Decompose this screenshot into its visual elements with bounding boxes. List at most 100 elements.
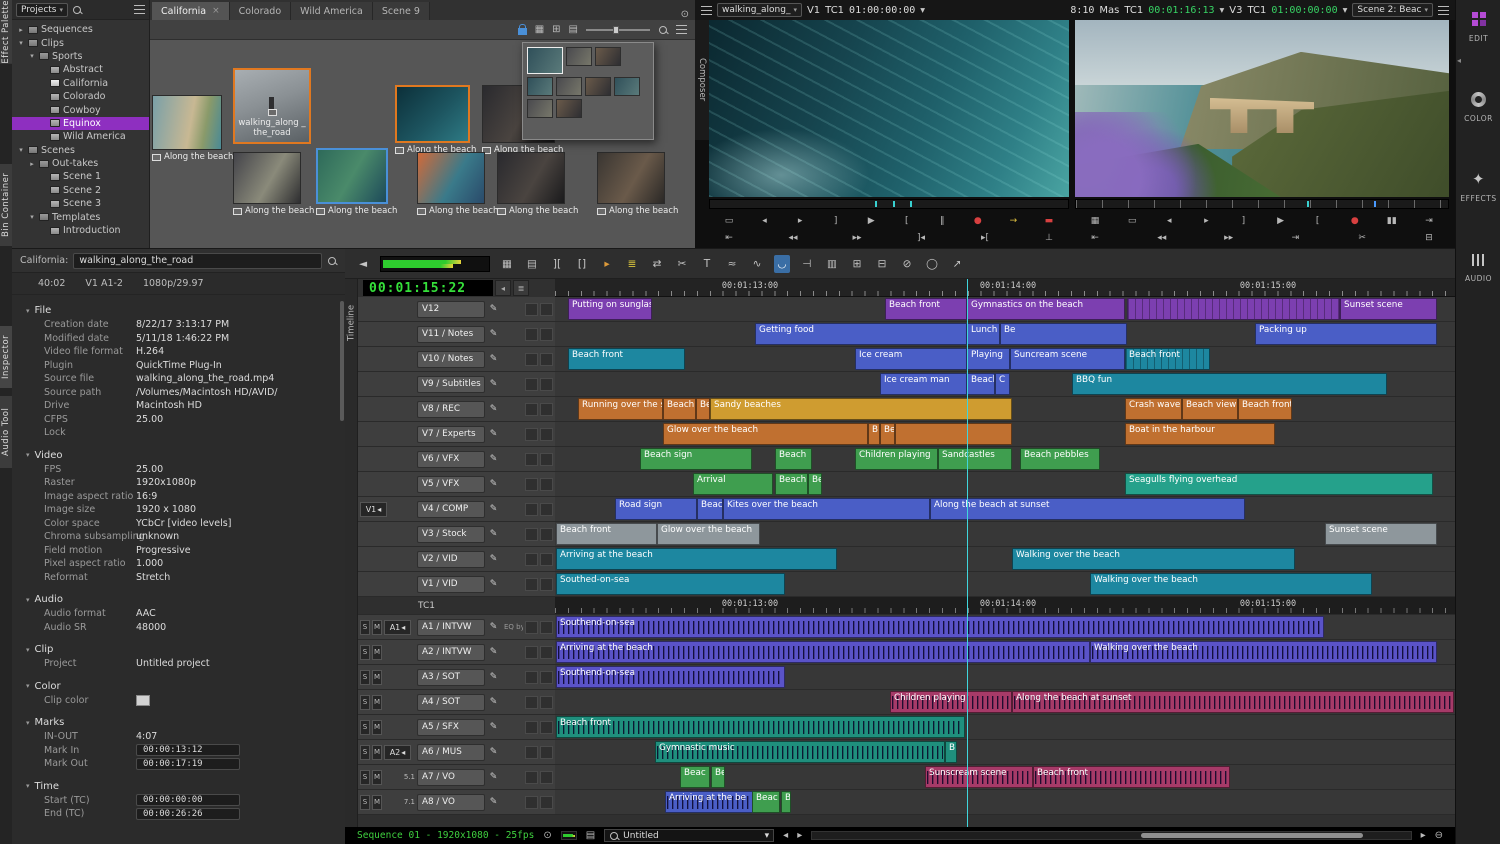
track-header-v7[interactable]: V7 / Experts✎ — [358, 422, 555, 447]
timeline-clip[interactable]: Walking over the beach — [1012, 548, 1295, 570]
track-monitor-button[interactable] — [525, 528, 538, 541]
section-collapse-icon[interactable]: ▾ — [26, 782, 30, 790]
timeline-clip[interactable]: Beac — [752, 791, 780, 813]
track-button-a5[interactable]: A5 / SFX — [417, 719, 485, 736]
play-button[interactable]: ▶ — [865, 216, 877, 226]
tree-item-out-takes[interactable]: ▸Out-takes — [12, 157, 149, 170]
waveform-edit-icon[interactable]: ✎ — [487, 554, 500, 564]
track-button-v7[interactable]: V7 / Experts — [417, 426, 485, 443]
timeline-clip[interactable]: Beach — [967, 373, 995, 395]
timeline-clip[interactable]: Along the beach at sunset — [1012, 691, 1454, 713]
track-monitor-button[interactable] — [525, 503, 538, 516]
tree-item-california[interactable]: California — [12, 77, 149, 90]
waveform-edit-icon[interactable]: ✎ — [487, 579, 500, 589]
track-header-v12[interactable]: V12✎ — [358, 297, 555, 322]
mini-thumbnail[interactable] — [527, 77, 553, 96]
mute-icon[interactable]: ⊘ — [899, 255, 915, 273]
waveform-edit-icon[interactable]: ✎ — [487, 354, 500, 364]
track-lane-a1[interactable]: Southend-on-sea — [555, 615, 1455, 640]
track-header-a6[interactable]: SMA2◂A6 / MUS✎ — [358, 740, 555, 765]
scrollbar-thumb[interactable] — [1141, 833, 1362, 838]
tree-item-scene-3[interactable]: Scene 3 — [12, 197, 149, 210]
marker-orange-icon[interactable]: ▸ — [599, 255, 615, 273]
menu-icon[interactable] — [134, 5, 145, 14]
track-button-v11[interactable]: V11 / Notes — [417, 326, 485, 343]
overwrite-button[interactable]: → — [1007, 216, 1019, 226]
clip-name-input[interactable] — [73, 253, 322, 269]
track-header-v2[interactable]: V2 / VID✎ — [358, 547, 555, 572]
timeline-clip[interactable]: Beac — [680, 766, 710, 788]
track-header-tc1[interactable]: TC1 — [358, 597, 555, 615]
waveform-edit-icon[interactable]: ✎ — [487, 404, 500, 414]
track-lane-a7[interactable]: BeacBeSunscream sceneBeach front — [555, 765, 1455, 790]
waveform-edit-icon[interactable]: ✎ — [487, 747, 500, 757]
mixer-icon[interactable]: ▦ — [499, 255, 515, 273]
track-monitor-button[interactable] — [525, 428, 538, 441]
script-view-icon[interactable]: ▤ — [569, 24, 578, 35]
timeline-clip[interactable]: Beach front — [568, 348, 685, 370]
timeline-clip[interactable]: Packing up — [1255, 323, 1437, 345]
tree-arrow-icon[interactable]: ▸ — [28, 160, 36, 168]
metadata-value[interactable]: 00:00:17:19 — [136, 758, 240, 770]
track-monitor-button[interactable] — [525, 621, 538, 634]
tree-item-scene-2[interactable]: Scene 2 — [12, 184, 149, 197]
track-button-a4[interactable]: A4 / SOT — [417, 694, 485, 711]
section-collapse-icon[interactable]: ▾ — [26, 451, 30, 459]
timeline-clip[interactable]: Beach pebbles — [1020, 448, 1100, 470]
section-header-audio[interactable]: ▾Audio — [12, 592, 345, 607]
search-icon[interactable] — [658, 25, 668, 35]
mute-button[interactable]: M — [372, 645, 382, 660]
waveform-edit-icon[interactable]: ✎ — [487, 622, 500, 632]
track-button-v9[interactable]: V9 / Subtitles — [417, 376, 485, 393]
track-monitor-button[interactable] — [525, 796, 538, 809]
tree-item-scene-1[interactable]: Scene 1 — [12, 170, 149, 183]
text-tool-icon[interactable]: T — [699, 255, 715, 273]
menu-icon[interactable] — [701, 6, 712, 15]
menu-icon[interactable] — [676, 25, 687, 34]
timeline-clip[interactable]: Beach — [775, 448, 812, 470]
play-icon[interactable]: ▸ — [1421, 830, 1426, 841]
track-monitor-button[interactable] — [525, 771, 538, 784]
composer-panel-tab[interactable]: Composer — [695, 20, 709, 140]
track-button-v3[interactable]: V3 / Stock — [417, 526, 485, 543]
timeline-clip[interactable]: B — [945, 741, 957, 763]
track-header-v5[interactable]: V5 / VFX✎ — [358, 472, 555, 497]
mark-out-button[interactable]: ] — [830, 216, 842, 226]
source-patch-button[interactable]: V1◂ — [360, 502, 387, 517]
waveform-edit-icon[interactable]: ✎ — [487, 529, 500, 539]
timeline-clip[interactable]: Sandcastles — [938, 448, 1012, 470]
track-monitor-button[interactable] — [525, 646, 538, 659]
track-lock-button[interactable] — [540, 621, 553, 634]
track-lane-v11[interactable]: Getting foodLunchBePacking up — [555, 322, 1455, 347]
close-icon[interactable]: × — [212, 6, 220, 16]
track-height-icon[interactable]: ▥ — [824, 255, 840, 273]
playhead[interactable] — [967, 279, 968, 827]
bin-clip-thumbnail-1[interactable]: walking_along _the_road — [233, 68, 311, 144]
timeline-clip[interactable]: Glow over the beach — [657, 523, 760, 545]
timeline-clip[interactable]: Beach front — [1238, 398, 1292, 420]
timeline-clip[interactable]: B — [781, 791, 791, 813]
frame-view-icon[interactable]: ⊞ — [552, 24, 560, 35]
timeline-clip[interactable]: Ice cream — [855, 348, 967, 370]
track-lane-a2[interactable]: Arriving at the beachWalking over the be… — [555, 640, 1455, 665]
tree-item-cowboy[interactable]: Cowboy — [12, 103, 149, 116]
track-header-a1[interactable]: SMA1◂A1 / INTVW✎EQ by — [358, 615, 555, 640]
tree-arrow-icon[interactable]: ▾ — [17, 146, 25, 154]
step-back-button[interactable]: ◂ — [1163, 216, 1175, 226]
tree-arrow-icon[interactable]: ▾ — [28, 52, 36, 60]
track-header-v1[interactable]: V1 / VID✎ — [358, 572, 555, 597]
go-to-start-button[interactable]: ⇤ — [1089, 233, 1101, 243]
track-button-v8[interactable]: V8 / REC — [417, 401, 485, 418]
focus-icon[interactable]: ⊙ — [543, 830, 551, 841]
timeline-clip[interactable]: Suncream scene — [1010, 348, 1125, 370]
panel-tab-effect-palette[interactable]: Effect Palette — [0, 0, 12, 64]
solo-button[interactable]: S — [360, 670, 370, 685]
solo-button[interactable]: S — [360, 795, 370, 810]
tree-item-sequences[interactable]: ▸Sequences — [12, 23, 149, 36]
tree-item-templates[interactable]: ▾Templates — [12, 210, 149, 223]
track-lock-button[interactable] — [540, 428, 553, 441]
speaker-icon[interactable]: ◄ — [355, 255, 371, 273]
section-header-video[interactable]: ▾Video — [12, 448, 345, 463]
timeline-clip[interactable]: Running over the s — [578, 398, 663, 420]
timeline-ruler[interactable]: 00:01:13:0000:01:14:0000:01:15:00 — [555, 279, 1455, 297]
